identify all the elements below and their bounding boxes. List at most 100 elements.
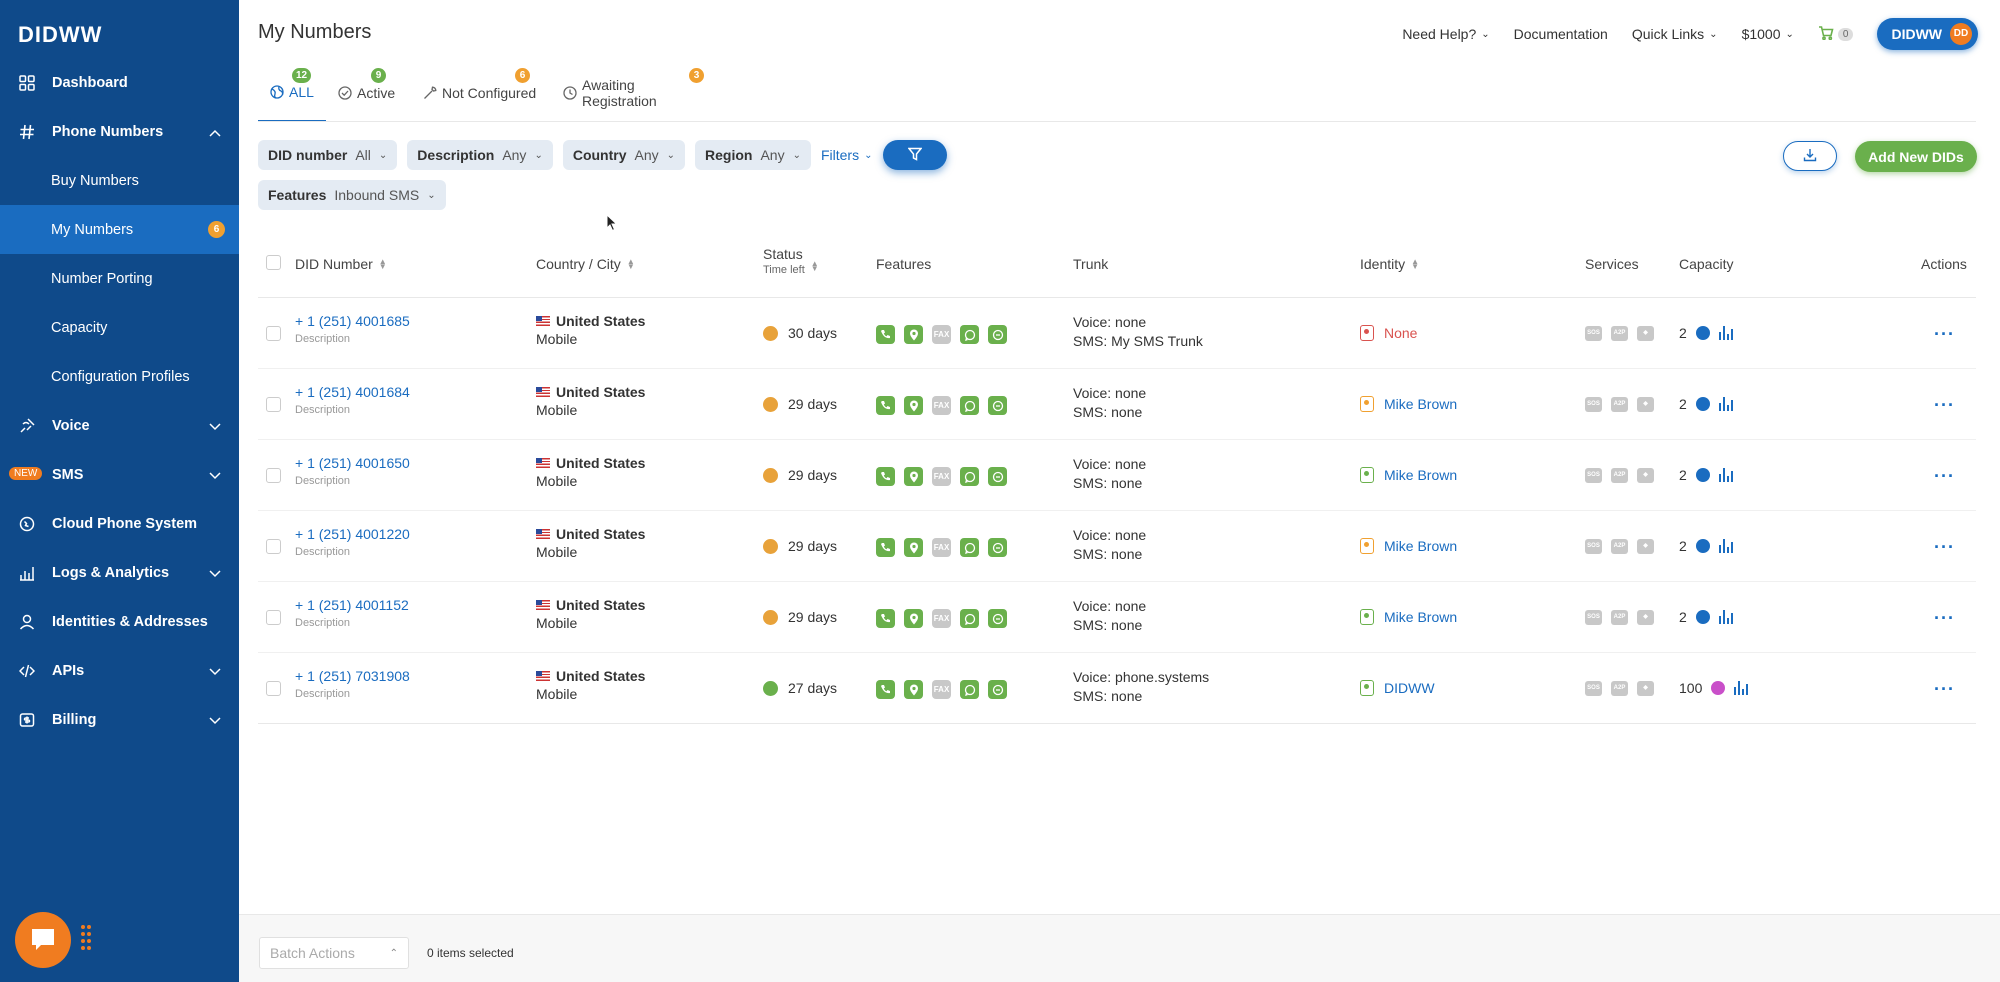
- identity-link[interactable]: Mike Brown: [1384, 467, 1457, 483]
- tab-active[interactable]: 9 Active: [326, 64, 411, 122]
- column-status[interactable]: Status Time left ▲ ▼: [763, 246, 819, 276]
- balance-dropdown[interactable]: $1000 ⌄: [1742, 26, 1794, 42]
- tag-service-icon: ◆: [1637, 326, 1654, 341]
- sidebar-item-dashboard[interactable]: Dashboard: [0, 58, 239, 107]
- sidebar-item-cloud-phone-system[interactable]: Cloud Phone System: [0, 499, 239, 548]
- chevron-down-icon: [209, 664, 221, 680]
- add-new-dids-button[interactable]: Add New DIDs: [1855, 141, 1977, 172]
- user-menu-button[interactable]: DIDWW DD: [1877, 18, 1978, 50]
- capacity-dot-icon: [1695, 539, 1710, 553]
- description-filter[interactable]: Description Any ⌄: [407, 140, 553, 170]
- did-number-link[interactable]: + 1 (251) 7031908: [295, 668, 410, 684]
- identity-link[interactable]: Mike Brown: [1384, 609, 1457, 625]
- column-did-number[interactable]: DID Number ▲ ▼: [295, 256, 387, 272]
- sidebar-item-apis[interactable]: APIs: [0, 646, 239, 695]
- tag-service-icon: ◆: [1637, 681, 1654, 696]
- need-help-dropdown[interactable]: Need Help? ⌄: [1402, 26, 1489, 42]
- sidebar-item-sms[interactable]: NEW SMS: [0, 450, 239, 499]
- select-all-checkbox[interactable]: [266, 255, 281, 270]
- description-text[interactable]: Description: [295, 546, 350, 558]
- table-row[interactable]: + 1 (251) 4001650 Description United State…: [258, 440, 1976, 511]
- tab-awaiting-registration[interactable]: 3 Awaiting Registration: [551, 64, 721, 122]
- row-checkbox[interactable]: [266, 397, 281, 412]
- sidebar-item-voice[interactable]: Voice: [0, 401, 239, 450]
- bar-chart-icon[interactable]: [1734, 681, 1750, 695]
- download-button[interactable]: [1783, 141, 1837, 171]
- drag-handle-icon[interactable]: [80, 924, 92, 954]
- identity-link[interactable]: None: [1384, 325, 1417, 341]
- quick-links-dropdown[interactable]: Quick Links ⌄: [1632, 26, 1718, 42]
- more-actions-icon[interactable]: ···: [1934, 395, 1955, 416]
- identity-link[interactable]: Mike Brown: [1384, 396, 1457, 412]
- row-checkbox[interactable]: [266, 539, 281, 554]
- country-name-wrap: United States: [536, 455, 645, 471]
- column-country-city[interactable]: Country / City ▲ ▼: [536, 256, 635, 272]
- city-name: Mobile: [536, 544, 578, 560]
- did-cell: + 1 (251) 7031908 Description: [295, 668, 410, 700]
- more-actions-icon[interactable]: ···: [1934, 679, 1955, 700]
- fax-feature-icon: FAX: [932, 396, 951, 415]
- did-number-link[interactable]: + 1 (251) 4001684: [295, 384, 410, 400]
- sidebar-item-my-numbers[interactable]: My Numbers 6: [0, 205, 239, 254]
- tab-all[interactable]: 12 ALL: [258, 64, 326, 122]
- more-actions-icon[interactable]: ···: [1934, 466, 1955, 487]
- sidebar-item-buy-numbers[interactable]: Buy Numbers: [0, 156, 239, 205]
- table-row[interactable]: + 1 (251) 7031908 Description United State…: [258, 653, 1976, 724]
- did-number-filter[interactable]: DID number All ⌄: [258, 140, 398, 170]
- table-row[interactable]: + 1 (251) 4001152 Description United State…: [258, 582, 1976, 653]
- sidebar-item-logs-analytics[interactable]: Logs & Analytics: [0, 548, 239, 597]
- capacity-dot-icon: [1695, 610, 1710, 624]
- description-text[interactable]: Description: [295, 617, 350, 629]
- row-checkbox[interactable]: [266, 326, 281, 341]
- cart-button[interactable]: 0: [1818, 25, 1854, 43]
- did-number-link[interactable]: + 1 (251) 4001650: [295, 455, 410, 471]
- table-row[interactable]: + 1 (251) 4001220 Description United State…: [258, 511, 1976, 582]
- column-identity[interactable]: Identity ▲ ▼: [1360, 256, 1419, 272]
- chevron-down-icon: ⌄: [1709, 28, 1718, 40]
- sidebar-item-configuration-profiles[interactable]: Configuration Profiles: [0, 352, 239, 401]
- bar-chart-icon[interactable]: [1718, 468, 1735, 482]
- need-help-label: Need Help?: [1402, 26, 1477, 42]
- voice-feature-icon: [876, 325, 895, 344]
- documentation-link[interactable]: Documentation: [1514, 26, 1608, 42]
- sidebar-item-identities-addresses[interactable]: Identities & Addresses: [0, 597, 239, 646]
- more-actions-icon[interactable]: ···: [1934, 324, 1955, 345]
- country-filter[interactable]: Country Any ⌄: [562, 140, 686, 170]
- more-actions-icon[interactable]: ···: [1934, 608, 1955, 629]
- row-checkbox[interactable]: [266, 610, 281, 625]
- features-filter[interactable]: Features Inbound SMS ⌄: [258, 180, 446, 210]
- description-text[interactable]: Description: [295, 688, 350, 700]
- did-number-link[interactable]: + 1 (251) 4001220: [295, 526, 410, 542]
- description-text[interactable]: Description: [295, 404, 350, 416]
- more-actions-icon[interactable]: ···: [1934, 537, 1955, 558]
- sidebar-item-capacity[interactable]: Capacity: [0, 303, 239, 352]
- row-checkbox[interactable]: [266, 468, 281, 483]
- sidebar-item-number-porting[interactable]: Number Porting: [0, 254, 239, 303]
- tab-not-configured[interactable]: 6 Not Configured: [411, 64, 551, 122]
- row-checkbox[interactable]: [266, 681, 281, 696]
- batch-actions-select[interactable]: Batch Actions ⌃: [259, 937, 409, 969]
- description-text[interactable]: Description: [295, 333, 350, 345]
- table-row[interactable]: + 1 (251) 4001684 Description United State…: [258, 369, 1976, 440]
- identity-link[interactable]: DIDWW: [1384, 680, 1435, 696]
- sidebar-item-billing[interactable]: Billing: [0, 695, 239, 744]
- bar-chart-icon[interactable]: [1718, 397, 1735, 411]
- bar-chart-icon[interactable]: [1718, 539, 1735, 553]
- region-filter[interactable]: Region Any ⌄: [695, 140, 811, 170]
- did-number-link[interactable]: + 1 (251) 4001152: [295, 597, 409, 613]
- chat-button[interactable]: [15, 912, 71, 968]
- bar-chart-icon[interactable]: [1718, 326, 1735, 340]
- sidebar-item-phone-numbers[interactable]: Phone Numbers: [0, 107, 239, 156]
- identity-link[interactable]: Mike Brown: [1384, 538, 1457, 554]
- us-flag-icon: [536, 458, 550, 468]
- bar-chart-icon[interactable]: [1718, 610, 1735, 624]
- capacity-value: 2: [1679, 609, 1687, 625]
- apply-filter-button[interactable]: [882, 140, 947, 170]
- didww-logo[interactable]: DIDWW: [18, 22, 102, 48]
- more-filters-link[interactable]: Filters ⌄: [821, 147, 873, 163]
- sort-icon: ▲ ▼: [626, 257, 635, 271]
- description-text[interactable]: Description: [295, 475, 350, 487]
- tab-count-badge: 9: [371, 68, 386, 83]
- table-row[interactable]: + 1 (251) 4001685 Description United State…: [258, 298, 1976, 369]
- did-number-link[interactable]: + 1 (251) 4001685: [295, 313, 410, 329]
